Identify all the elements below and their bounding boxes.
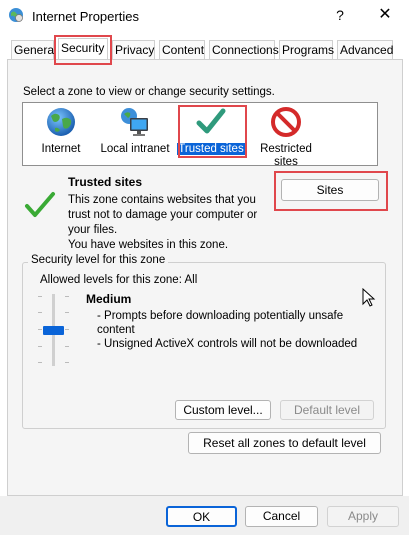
custom-level-button[interactable]: Custom level...: [175, 400, 271, 420]
ok-button[interactable]: OK: [166, 506, 237, 527]
reset-all-zones-button[interactable]: Reset all zones to default level: [188, 432, 381, 454]
security-level-group-label: Security level for this zone: [28, 254, 169, 266]
sites-button[interactable]: Sites: [281, 179, 379, 201]
zone-local-intranet[interactable]: Local intranet: [97, 106, 173, 156]
slider-thumb[interactable]: [43, 326, 64, 335]
security-level-bullets: - Prompts before downloading potentially…: [97, 310, 358, 350]
slider-tick: [38, 329, 42, 330]
tab-connections[interactable]: Connections: [209, 40, 279, 59]
tab-content[interactable]: Content: [159, 40, 205, 59]
no-entry-icon: [271, 107, 301, 137]
internet-options-icon: [9, 8, 23, 22]
zone-trusted-sites[interactable]: Trusted sites: [173, 106, 249, 156]
cancel-button[interactable]: Cancel: [245, 506, 318, 527]
slider-tick: [65, 362, 69, 363]
zone-trusted-sites-label: Trusted sites: [177, 143, 245, 155]
security-level-name: Medium: [86, 292, 132, 306]
slider-tick: [38, 296, 42, 297]
slider-tick: [38, 362, 42, 363]
close-button[interactable]: ✕: [372, 3, 398, 27]
zone-instruction: Select a zone to view or change security…: [23, 86, 275, 98]
mouse-cursor-icon: [362, 288, 376, 307]
slider-tick: [65, 329, 69, 330]
globe-icon: [47, 108, 75, 136]
tab-privacy[interactable]: Privacy: [112, 40, 155, 59]
default-level-button[interactable]: Default level: [280, 400, 374, 420]
zone-internet[interactable]: Internet: [23, 106, 99, 156]
apply-button[interactable]: Apply: [327, 506, 399, 527]
slider-tick: [38, 346, 42, 347]
zone-restricted-sites-label: Restricted sites: [260, 143, 312, 168]
trusted-sites-check-icon: [25, 192, 55, 217]
zone-details-description: This zone contains websites that you tru…: [68, 194, 258, 251]
tab-programs[interactable]: Programs: [279, 40, 334, 59]
zone-restricted-sites[interactable]: Restricted sites: [248, 106, 324, 169]
allowed-levels-text: Allowed levels for this zone: All: [40, 274, 198, 286]
zone-local-intranet-label: Local intranet: [100, 143, 170, 155]
security-level-slider[interactable]: [36, 294, 72, 368]
tab-security[interactable]: Security: [58, 38, 108, 59]
zone-details-title: Trusted sites: [68, 175, 143, 189]
slider-tick: [65, 296, 69, 297]
help-button[interactable]: ?: [327, 3, 353, 27]
slider-tick: [65, 346, 69, 347]
slider-tick: [38, 312, 42, 313]
zone-internet-label: Internet: [41, 143, 81, 155]
slider-tick: [65, 312, 69, 313]
window-title: Internet Properties: [32, 9, 139, 24]
network-computer-icon: [121, 108, 148, 136]
tab-general[interactable]: General: [11, 40, 57, 59]
checkmark-icon: [196, 108, 226, 134]
tab-advanced[interactable]: Advanced: [337, 40, 393, 59]
